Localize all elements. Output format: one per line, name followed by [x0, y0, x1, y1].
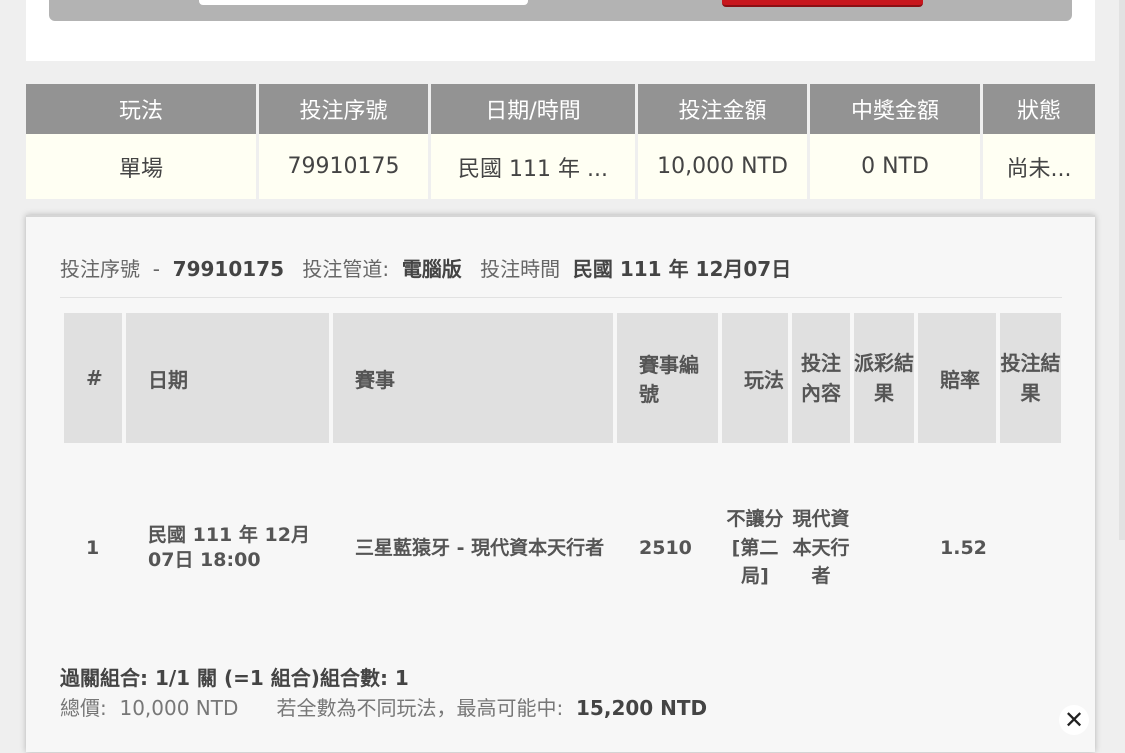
total-line: 總價: 10,000 NTD 若全數為不同玩法，最高可能中: 15,200 NT…	[60, 692, 707, 721]
serial-value: 79910175	[172, 257, 284, 281]
detail-header-row: # 日期 賽事 賽事編號 玩法 投注內容 派彩結果 賠率 投注結果	[64, 313, 1061, 443]
summary-header-serial: 投注序號	[259, 84, 431, 134]
cell-date: 民國 111 年 12月07日 18:00	[148, 524, 310, 571]
query-button[interactable]	[722, 0, 923, 7]
summary-cell-status: 尚未...	[983, 134, 1095, 199]
bet-info-line: 投注序號 - 79910175 投注管道: 電腦版 投注時間 民國 111 年 …	[60, 253, 791, 282]
header-play-type: 玩法	[722, 313, 788, 443]
header-bet-result: 投注結果	[1000, 313, 1061, 443]
channel-value: 電腦版	[401, 257, 462, 281]
cell-event-number: 2510	[639, 536, 692, 559]
divider	[60, 297, 1062, 298]
summary-cell-win-amount: 0 NTD	[810, 134, 983, 199]
max-payout-value: 15,200 NTD	[576, 696, 708, 720]
summary-header-win-amount: 中獎金額	[810, 84, 983, 134]
bet-summary-table: 玩法 投注序號 日期/時間 投注金額 中獎金額 狀態 單場 79910175 民…	[26, 84, 1095, 199]
header-bet-content: 投注內容	[792, 313, 850, 443]
time-value: 民國 111 年 12月07日	[572, 257, 792, 281]
scrollbar[interactable]	[1119, 0, 1125, 540]
summary-cell-serial: 79910175	[259, 134, 431, 199]
summary-cell-play-type: 單場	[26, 134, 259, 199]
total-value: 10,000 NTD	[119, 696, 239, 720]
summary-cell-bet-amount: 10,000 NTD	[638, 134, 810, 199]
cell-odds: 1.52	[940, 536, 987, 559]
cell-bet-content: 現代資本天行者	[792, 508, 850, 588]
header-date: 日期	[126, 313, 329, 443]
summary-header-bet-amount: 投注金額	[638, 84, 810, 134]
total-label: 總價:	[60, 696, 107, 720]
cell-bet-result	[1000, 443, 1061, 653]
summary-cell-datetime: 民國 111 年 ...	[431, 134, 638, 199]
summary-header-play-type: 玩法	[26, 84, 259, 134]
bet-detail-table: # 日期 賽事 賽事編號 玩法 投注內容 派彩結果 賠率 投注結果 1 民國 1…	[60, 313, 1065, 653]
combo-summary: 過關組合: 1/1 關 (=1 組合)組合數: 1	[60, 666, 409, 690]
header-event: 賽事	[333, 313, 613, 443]
serial-label: 投注序號	[60, 257, 140, 281]
summary-row[interactable]: 單場 79910175 民國 111 年 ... 10,000 NTD 0 NT…	[26, 134, 1095, 199]
query-input[interactable]	[199, 0, 528, 5]
bet-detail-panel: 投注序號 - 79910175 投注管道: 電腦版 投注時間 民國 111 年 …	[26, 215, 1095, 752]
channel-label: 投注管道:	[302, 257, 390, 281]
close-icon[interactable]: ✕	[1059, 705, 1089, 735]
serial-separator: -	[152, 257, 160, 281]
header-index: #	[64, 313, 122, 443]
header-event-number: 賽事編號	[617, 313, 718, 443]
summary-header-status: 狀態	[983, 84, 1095, 134]
cell-event: 三星藍猿牙 - 現代資本天行者	[355, 536, 605, 559]
header-payout-result: 派彩結果	[854, 313, 914, 443]
cell-index: 1	[86, 536, 100, 559]
cell-play-type: 不讓分[第二局]	[726, 508, 784, 588]
summary-header-datetime: 日期/時間	[431, 84, 638, 134]
max-payout-label: 若全數為不同玩法，最高可能中:	[276, 696, 564, 720]
table-row: 1 民國 111 年 12月07日 18:00 三星藍猿牙 - 現代資本天行者 …	[64, 443, 1061, 653]
summary-header-row: 玩法 投注序號 日期/時間 投注金額 中獎金額 狀態	[26, 84, 1095, 134]
time-label: 投注時間	[480, 257, 561, 281]
cell-payout-result	[854, 443, 914, 653]
header-odds: 賠率	[918, 313, 996, 443]
